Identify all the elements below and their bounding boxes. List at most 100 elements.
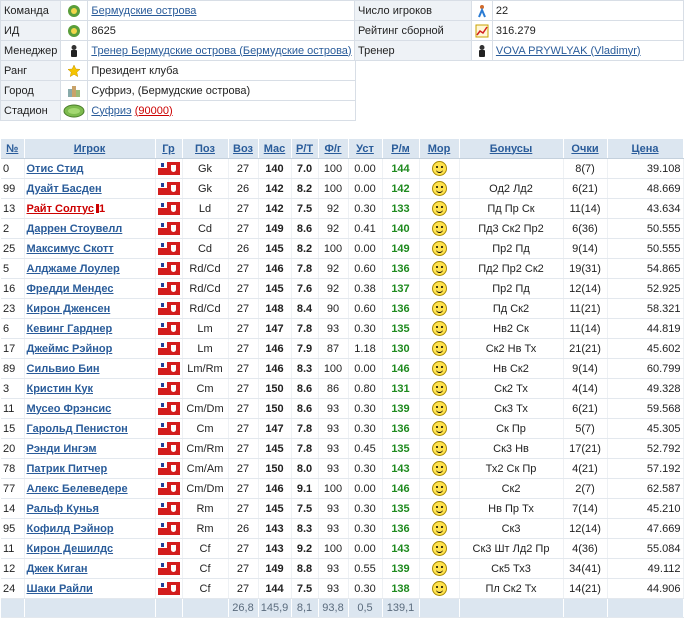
player-name-link[interactable]: Фредди Мендес	[27, 283, 114, 295]
player-fatigue: 1.18	[348, 338, 383, 359]
player-number: 78	[1, 458, 25, 479]
player-points: 6(36)	[563, 218, 608, 239]
player-price: 39.108	[607, 158, 684, 179]
nationality-flag-cell	[155, 478, 183, 499]
player-number: 25	[1, 238, 25, 259]
player-fitness: 93	[318, 518, 349, 539]
player-fitness: 92	[318, 278, 349, 299]
player-name-link[interactable]: Кирон Дешилдс	[27, 543, 114, 555]
column-header[interactable]: Р/м	[382, 139, 420, 159]
player-name-link[interactable]: Дуайт Басден	[27, 183, 102, 195]
player-name-link[interactable]: Мусео Фрэнсис	[27, 403, 112, 415]
nationality-flag-cell	[155, 498, 183, 519]
player-position: Gk	[182, 178, 229, 199]
info-value-cell: 8625	[87, 20, 356, 41]
player-name-link[interactable]: Кирон Дженсен	[27, 303, 111, 315]
player-name-link[interactable]: Райт Солтус	[27, 203, 95, 215]
player-name-link[interactable]: Джек Киган	[27, 563, 88, 575]
bermuda-flag-icon	[157, 242, 180, 255]
player-name-link[interactable]: Кристин Кук	[27, 383, 94, 395]
player-number: 3	[1, 378, 25, 399]
info-label: ИД	[0, 20, 62, 41]
info-row: Число игроков 22	[354, 0, 684, 21]
player-rt: 7.8	[291, 438, 319, 459]
player-points: 12(14)	[563, 278, 608, 299]
player-name-link[interactable]: Рэнди Ингэм	[27, 443, 97, 455]
player-age: 27	[228, 558, 259, 579]
player-name-link[interactable]: Джеймс Рэйнор	[27, 343, 113, 355]
player-number: 0	[1, 158, 25, 179]
player-name-link[interactable]: Кевинг Гарднер	[27, 323, 113, 335]
nationality-flag-cell	[155, 538, 183, 559]
player-name-link[interactable]: Кофилд Рэйнор	[27, 523, 114, 535]
column-header[interactable]: Цена	[607, 139, 684, 159]
team-emblem-icon	[60, 0, 89, 21]
player-rm: 143	[382, 458, 420, 479]
column-header[interactable]: Гр	[155, 139, 183, 159]
player-number: 23	[1, 298, 25, 319]
player-name-link[interactable]: Патрик Питчер	[27, 463, 108, 475]
player-name-link[interactable]: Даррен Стоувелл	[27, 223, 123, 235]
player-name-link[interactable]: Алджамe Лоулер	[27, 263, 120, 275]
column-header[interactable]: Очки	[563, 139, 608, 159]
morale-cell	[419, 438, 460, 459]
player-rt: 7.9	[291, 338, 319, 359]
column-header[interactable]: №	[1, 139, 25, 159]
player-rm: 136	[382, 518, 420, 539]
column-header[interactable]: Игрок	[24, 139, 156, 159]
player-row: 16 Фредди Мендес Rd/Cd 27 145 7.6 92 0.38 137 Пр2…	[1, 278, 684, 299]
player-number: 89	[1, 358, 25, 379]
bermuda-flag-icon	[157, 542, 180, 555]
player-points: 8(7)	[563, 158, 608, 179]
player-name-link[interactable]: Максимус Скотт	[27, 243, 114, 255]
player-name-link[interactable]: Шаки Райли	[27, 583, 93, 595]
morale-cell	[419, 538, 460, 559]
players-table: № Игрок Гр Поз Воз Мас Р/Т Ф/г Уст Р/м Мор Бонусы Оч…	[1, 139, 684, 618]
player-name-link[interactable]: Гарольд Пенистон	[27, 423, 128, 435]
player-bonuses: Пр2 Пд	[459, 278, 564, 299]
bermuda-flag-icon	[157, 162, 180, 175]
player-name-link[interactable]: Ральф Кунья	[27, 503, 99, 515]
player-name-link[interactable]: Алекс Белеведере	[27, 483, 128, 495]
player-age: 26	[228, 238, 259, 259]
player-points: 4(36)	[563, 538, 608, 559]
info-label: Рейтинг сборной	[354, 20, 472, 41]
info-value-cell: Суфриэ, (Бермудские острова)	[87, 80, 356, 101]
player-number: 6	[1, 318, 25, 339]
column-header[interactable]: Воз	[228, 139, 259, 159]
column-header[interactable]: Бонусы	[459, 139, 564, 159]
player-mastery: 146	[258, 478, 292, 499]
player-age: 27	[228, 378, 259, 399]
player-rt: 7.5	[291, 578, 319, 599]
nationality-flag-cell	[155, 338, 183, 359]
smiley-morale-icon	[431, 401, 447, 416]
info-value-link[interactable]: Суфриэ	[91, 105, 131, 117]
player-position: Cm/Dm	[182, 398, 229, 419]
player-mastery: 145	[258, 278, 292, 299]
info-value-cell: Тренер Бермудские острова (Бермудские ос…	[87, 40, 356, 61]
player-age: 27	[228, 318, 259, 339]
info-value-link[interactable]: Бермудские острова	[91, 5, 196, 17]
column-header[interactable]: Р/Т	[291, 139, 319, 159]
column-header[interactable]: Поз	[182, 139, 229, 159]
bermuda-flag-icon	[157, 342, 180, 355]
column-header[interactable]: Уст	[348, 139, 383, 159]
player-points: 4(21)	[563, 458, 608, 479]
nationality-flag-cell	[155, 318, 183, 339]
player-mastery: 145	[258, 498, 292, 519]
info-value-link[interactable]: Тренер Бермудские острова (Бермудские ос…	[91, 45, 351, 57]
column-header[interactable]: Ф/г	[318, 139, 349, 159]
column-header[interactable]: Мор	[419, 139, 460, 159]
smiley-morale-icon	[431, 321, 447, 336]
info-value-link[interactable]: VOVA PRYWLYAK (Vladimyr)	[496, 45, 641, 57]
player-rt: 8.3	[291, 358, 319, 379]
player-age: 27	[228, 418, 259, 439]
bermuda-flag-icon	[157, 442, 180, 455]
player-name-link[interactable]: Отис Стид	[27, 163, 84, 175]
player-name-cell: Алджамe Лоулер	[24, 258, 156, 279]
player-age: 27	[228, 478, 259, 499]
player-name-link[interactable]: Сильвио Бин	[27, 363, 100, 375]
info-value: Суфриэ, (Бермудские острова)	[91, 84, 251, 97]
player-price: 62.587	[607, 478, 684, 499]
column-header[interactable]: Мас	[258, 139, 292, 159]
